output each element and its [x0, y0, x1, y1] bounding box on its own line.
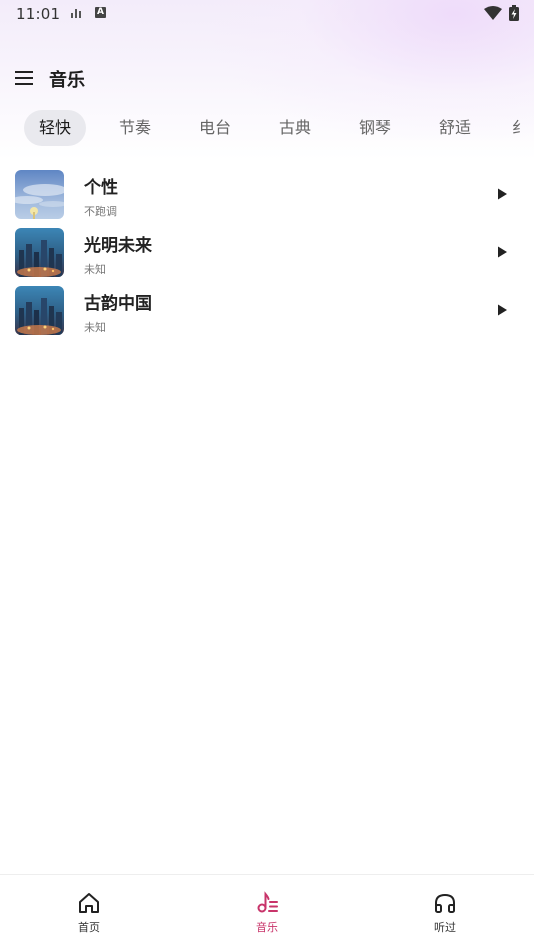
city-night-cover-icon — [15, 228, 64, 277]
nav-label: 听过 — [434, 921, 456, 934]
status-bar: 11:01 A — [0, 0, 534, 28]
headphones-icon — [435, 893, 455, 913]
sky-cover-icon — [15, 170, 64, 219]
song-title: 古韵中国 — [84, 294, 152, 314]
battery-charging-icon — [509, 5, 519, 21]
play-icon[interactable] — [495, 186, 509, 202]
home-icon — [79, 893, 99, 913]
tab-gudian[interactable]: 古典 — [264, 110, 326, 146]
song-artist: 未知 — [84, 263, 106, 276]
tab-jiezou[interactable]: 节奏 — [104, 110, 166, 146]
wifi-icon — [484, 6, 502, 20]
list-item[interactable]: 个性 不跑调 — [0, 168, 534, 220]
tab-qingkuai[interactable]: 轻快 — [24, 110, 86, 146]
tab-diantai[interactable]: 电台 — [184, 110, 246, 146]
signal-bars-icon — [71, 9, 81, 18]
bottom-navigation: 首页 音乐 听过 — [0, 874, 534, 951]
tab-gangqin[interactable]: 钢琴 — [344, 110, 406, 146]
song-title: 光明未来 — [84, 236, 152, 256]
nav-label: 首页 — [78, 921, 100, 934]
tab-shushi[interactable]: 舒适 — [424, 110, 486, 146]
nav-music[interactable]: 音乐 — [207, 875, 327, 951]
song-title: 个性 — [84, 178, 118, 198]
city-night-cover-icon — [15, 286, 64, 335]
song-artist: 不跑调 — [84, 205, 117, 218]
nav-home[interactable]: 首页 — [29, 875, 149, 951]
nav-label: 音乐 — [256, 921, 278, 934]
play-icon[interactable] — [495, 244, 509, 260]
tab-partial[interactable]: 纟 — [504, 110, 534, 146]
status-time: 11:01 — [16, 5, 61, 23]
category-tabs: 轻快 节奏 电台 古典 钢琴 舒适 纟 — [0, 110, 534, 148]
song-artist: 未知 — [84, 321, 106, 334]
keyboard-indicator-icon: A — [95, 7, 106, 18]
list-item[interactable]: 光明未来 未知 — [0, 226, 534, 278]
app-header: 音乐 — [0, 58, 534, 98]
list-item[interactable]: 古韵中国 未知 — [0, 284, 534, 336]
hamburger-menu-icon[interactable] — [14, 69, 34, 87]
music-list-icon — [257, 891, 278, 913]
page-title: 音乐 — [49, 70, 85, 91]
nav-history[interactable]: 听过 — [385, 875, 505, 951]
play-icon[interactable] — [495, 302, 509, 318]
